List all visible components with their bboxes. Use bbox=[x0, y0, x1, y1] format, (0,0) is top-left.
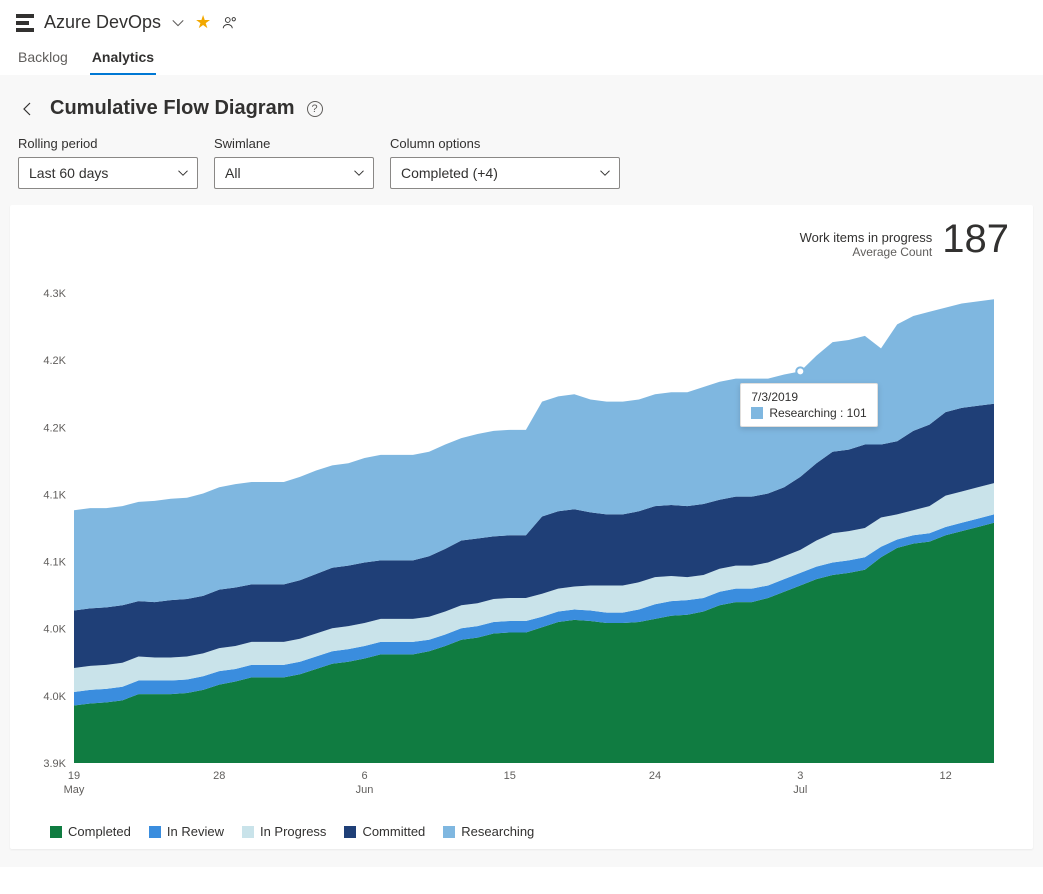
tab-backlog[interactable]: Backlog bbox=[16, 41, 70, 75]
app-title: Azure DevOps bbox=[44, 12, 161, 33]
svg-text:Jun: Jun bbox=[356, 784, 374, 796]
svg-text:4.2K: 4.2K bbox=[43, 355, 66, 367]
page-title: Cumulative Flow Diagram bbox=[50, 97, 295, 120]
filter-label-rolling-period: Rolling period bbox=[18, 136, 198, 151]
svg-text:4.2K: 4.2K bbox=[43, 422, 66, 434]
legend-swatch bbox=[344, 826, 356, 838]
chevron-down-icon bbox=[599, 167, 611, 179]
chevron-down-icon bbox=[353, 167, 365, 179]
chart-tooltip: 7/3/2019 Researching : 101 bbox=[740, 383, 877, 427]
star-icon[interactable]: ★ bbox=[195, 12, 211, 33]
tooltip-text: Researching : 101 bbox=[769, 406, 866, 420]
back-button[interactable] bbox=[18, 99, 38, 119]
legend-item[interactable]: In Progress bbox=[242, 824, 326, 839]
svg-text:4.0K: 4.0K bbox=[43, 691, 66, 703]
legend-swatch bbox=[50, 826, 62, 838]
filter-label-column-options: Column options bbox=[390, 136, 620, 151]
legend-item[interactable]: Completed bbox=[50, 824, 131, 839]
chevron-down-icon bbox=[177, 167, 189, 179]
rolling-period-value: Last 60 days bbox=[29, 165, 108, 181]
cumulative-flow-chart[interactable]: 3.9K 4.0K 4.0K 4.1K 4.1K 4.2K 4.2K 4.3K 19 May 28 6… bbox=[24, 253, 1004, 813]
svg-text:15: 15 bbox=[504, 770, 516, 782]
chart-tooltip-marker bbox=[796, 367, 804, 375]
legend-item[interactable]: Researching bbox=[443, 824, 534, 839]
legend-item[interactable]: In Review bbox=[149, 824, 224, 839]
svg-text:12: 12 bbox=[939, 770, 951, 782]
svg-text:6: 6 bbox=[361, 770, 367, 782]
kpi-title: Work items in progress bbox=[800, 230, 933, 245]
tabbar: Backlog Analytics bbox=[0, 41, 1043, 75]
chart-legend: Completed In Review In Progress Committed Re… bbox=[24, 816, 1019, 839]
svg-text:Jul: Jul bbox=[793, 784, 807, 796]
legend-swatch bbox=[149, 826, 161, 838]
svg-text:3.9K: 3.9K bbox=[43, 758, 66, 770]
swimlane-select[interactable]: All bbox=[214, 157, 374, 189]
tooltip-swatch bbox=[751, 407, 763, 419]
svg-text:28: 28 bbox=[213, 770, 225, 782]
chevron-down-icon[interactable] bbox=[171, 16, 185, 30]
svg-text:3: 3 bbox=[797, 770, 803, 782]
legend-swatch bbox=[443, 826, 455, 838]
legend-label: Researching bbox=[461, 824, 534, 839]
legend-swatch bbox=[242, 826, 254, 838]
svg-text:19: 19 bbox=[68, 770, 80, 782]
svg-text:4.1K: 4.1K bbox=[43, 489, 66, 501]
help-icon[interactable]: ? bbox=[307, 101, 323, 117]
legend-label: Committed bbox=[362, 824, 425, 839]
tooltip-date: 7/3/2019 bbox=[751, 390, 866, 404]
svg-text:May: May bbox=[64, 784, 85, 796]
swimlane-value: All bbox=[225, 165, 241, 181]
app-switcher-icon[interactable] bbox=[16, 14, 34, 32]
svg-text:4.3K: 4.3K bbox=[43, 288, 66, 300]
column-options-select[interactable]: Completed (+4) bbox=[390, 157, 620, 189]
tab-analytics[interactable]: Analytics bbox=[90, 41, 156, 75]
legend-label: In Progress bbox=[260, 824, 326, 839]
filter-label-swimlane: Swimlane bbox=[214, 136, 374, 151]
svg-text:4.1K: 4.1K bbox=[43, 557, 66, 569]
legend-label: Completed bbox=[68, 824, 131, 839]
team-members-icon[interactable] bbox=[221, 14, 239, 32]
column-options-value: Completed (+4) bbox=[401, 165, 498, 181]
svg-text:24: 24 bbox=[649, 770, 661, 782]
legend-item[interactable]: Committed bbox=[344, 824, 425, 839]
rolling-period-select[interactable]: Last 60 days bbox=[18, 157, 198, 189]
legend-label: In Review bbox=[167, 824, 224, 839]
svg-text:4.0K: 4.0K bbox=[43, 624, 66, 636]
